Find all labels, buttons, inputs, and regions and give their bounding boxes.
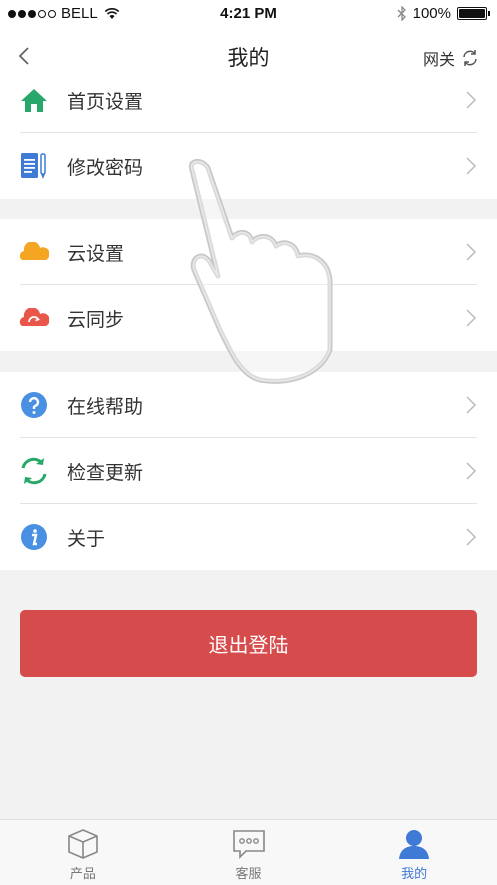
chevron-right-icon [466,157,477,175]
chevron-right-icon [466,309,477,327]
settings-section-2: 云设置 云同步 [0,219,497,351]
settings-section-1: 首页设置 修改密码 [0,67,497,199]
row-label: 在线帮助 [67,395,144,418]
cloud-sync-icon [19,303,49,333]
settings-section-3: 在线帮助 检查更新 关于 [0,372,497,570]
chevron-right-icon [466,528,477,546]
tab-service[interactable]: 客服 [166,820,332,885]
bluetooth-icon [397,6,406,21]
home-icon [19,85,49,115]
row-cloud-settings[interactable]: 云设置 [0,219,497,285]
chevron-right-icon [466,91,477,109]
row-about[interactable]: 关于 [0,504,497,570]
status-bar: BELL 4:21 PM 100% [0,0,497,28]
chat-icon [232,830,265,859]
row-label: 云设置 [67,242,125,265]
tab-products[interactable]: 产品 [0,820,166,885]
cloud-icon [19,237,49,267]
tab-label: 我的 [401,867,428,882]
tab-bar: 产品 客服 我的 [0,819,497,885]
row-home-settings[interactable]: 首页设置 [0,67,497,133]
row-online-help[interactable]: 在线帮助 [0,372,497,438]
row-label: 检查更新 [67,461,144,484]
user-icon [399,830,430,859]
chevron-right-icon [466,396,477,414]
refresh-icon [19,456,49,486]
logout-button[interactable]: 退出登陆 [20,610,477,677]
row-label: 关于 [67,527,106,550]
status-right: 100% [397,5,490,22]
chevron-right-icon [466,462,477,480]
row-label: 修改密码 [67,156,144,179]
row-label: 云同步 [67,308,125,331]
cube-icon [68,829,98,859]
row-cloud-sync[interactable]: 云同步 [0,285,497,351]
row-check-update[interactable]: 检查更新 [0,438,497,504]
row-label: 首页设置 [67,90,144,113]
info-icon [19,522,49,552]
refresh-icon [463,50,477,66]
chevron-right-icon [466,243,477,261]
help-icon [19,390,49,420]
row-change-password[interactable]: 修改密码 [0,133,497,199]
tab-label: 产品 [69,867,96,882]
document-pen-icon [19,151,49,181]
tab-label: 客服 [235,867,262,882]
battery-percent: 100% [412,5,451,22]
tab-mine[interactable]: 我的 [331,820,497,885]
battery-icon [457,7,490,20]
